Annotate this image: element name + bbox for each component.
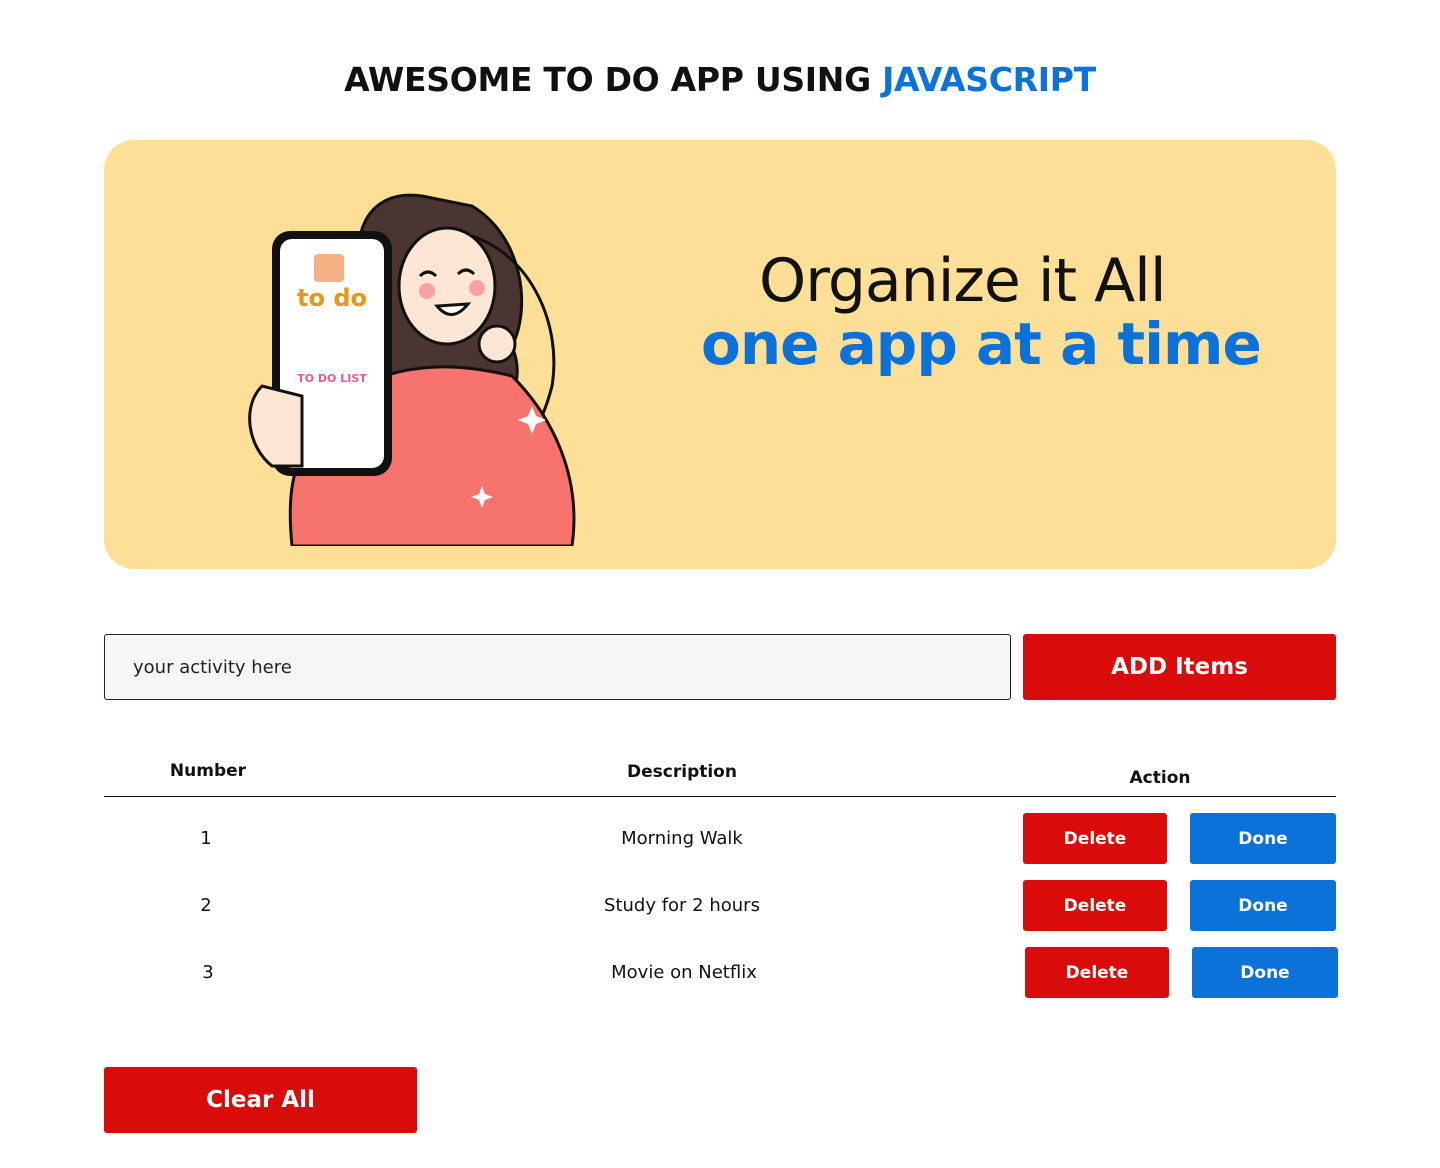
row-number: 2 — [200, 895, 212, 916]
row-number: 1 — [200, 828, 212, 849]
done-button[interactable]: Done — [1190, 813, 1336, 864]
delete-button[interactable]: Delete — [1025, 947, 1169, 998]
column-header-action: Action — [1129, 768, 1191, 788]
banner-headline: Organize it All — [759, 246, 1167, 316]
clear-all-button[interactable]: Clear All — [104, 1067, 417, 1133]
page-title-accent: JAVASCRIPT — [882, 60, 1096, 99]
hero-banner: to do TO DO LIST Organize it All one app… — [104, 140, 1336, 569]
add-items-button[interactable]: ADD Items — [1023, 634, 1336, 700]
table-header-divider — [104, 796, 1336, 797]
banner-subheadline: one app at a time — [701, 310, 1262, 378]
page-title: AWESOME TO DO APP USING JAVASCRIPT — [0, 60, 1440, 99]
done-button[interactable]: Done — [1190, 880, 1336, 931]
column-header-description: Description — [627, 762, 737, 782]
woman-with-phone-illustration: to do TO DO LIST — [248, 193, 576, 546]
done-button[interactable]: Done — [1192, 947, 1338, 998]
delete-button[interactable]: Delete — [1023, 880, 1167, 931]
activity-input[interactable] — [104, 634, 1011, 700]
phone-todolist-text: TO DO LIST — [297, 372, 367, 385]
row-description: Study for 2 hours — [604, 895, 760, 916]
row-description: Morning Walk — [621, 828, 743, 849]
page-title-main: AWESOME TO DO APP USING — [344, 60, 883, 99]
phone-todo-text: to do — [297, 284, 367, 312]
delete-button[interactable]: Delete — [1023, 813, 1167, 864]
column-header-number: Number — [169, 761, 247, 781]
row-number: 3 — [202, 962, 214, 983]
row-description: Movie on Netflix — [611, 962, 757, 983]
